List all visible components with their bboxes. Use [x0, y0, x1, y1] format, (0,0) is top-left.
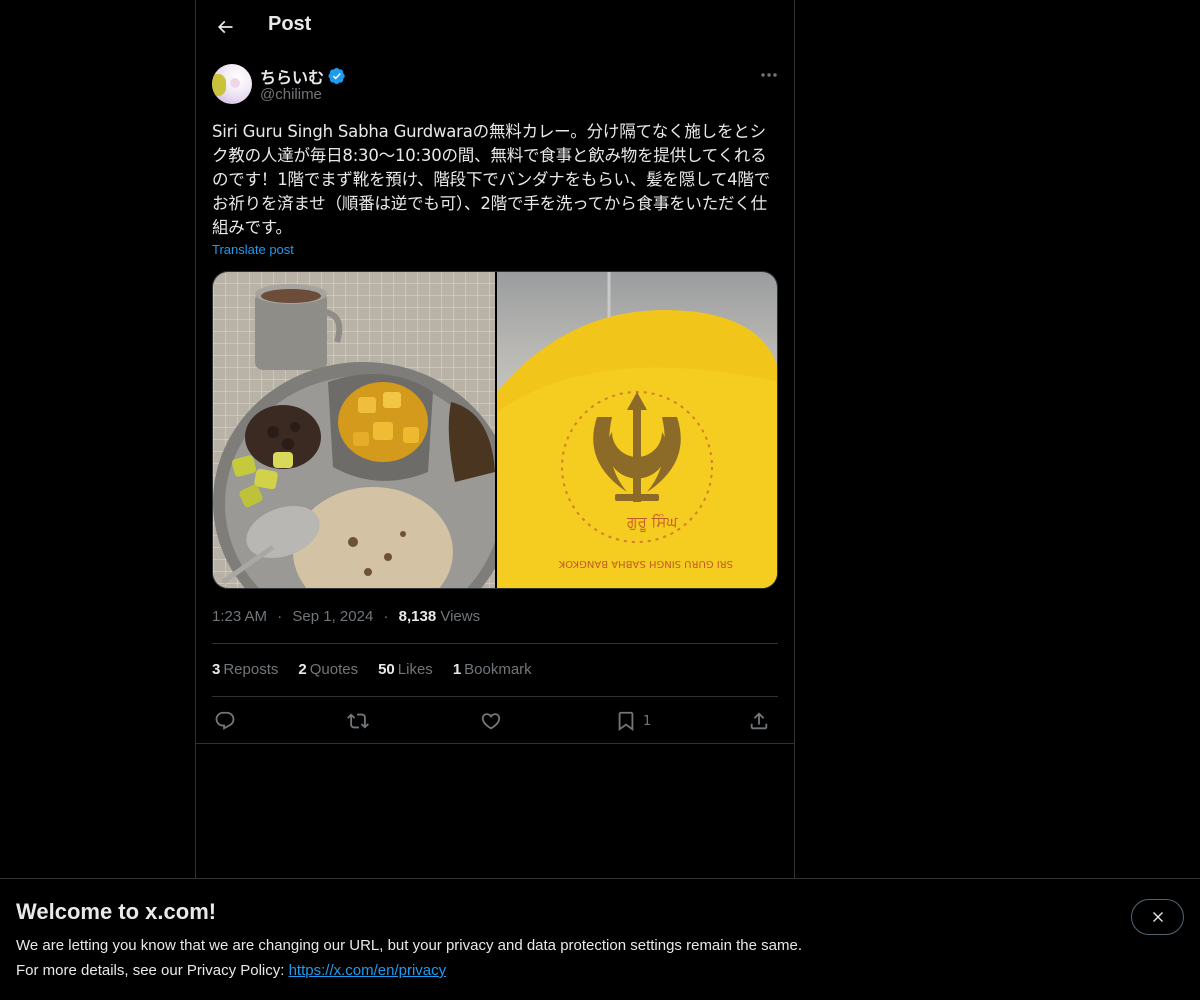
- reply-button[interactable]: [214, 707, 236, 735]
- likes-stat[interactable]: 50 Likes: [378, 661, 433, 678]
- reply-icon: [215, 711, 235, 730]
- khanda-bandana-illustration: ਗੁਰੂ ਸਿੰਘ SRI GURU SINGH SABHA BANGKOK: [497, 272, 777, 588]
- banner-privacy-line: For more details, see our Privacy Policy…: [16, 962, 446, 979]
- back-button[interactable]: [208, 10, 242, 44]
- more-icon: [761, 73, 777, 77]
- meta-separator: ·: [383, 608, 389, 625]
- likes-label: Likes: [397, 661, 433, 678]
- display-name[interactable]: ちらいむ: [260, 64, 324, 88]
- food-plate-image[interactable]: [213, 272, 495, 588]
- quotes-stat[interactable]: 2 Quotes: [298, 661, 358, 678]
- share-button[interactable]: [748, 707, 770, 735]
- banner-close-button[interactable]: [1131, 899, 1184, 935]
- engagement-stats: 3 Reposts 2 Quotes 50 Likes 1 Bookmark: [212, 661, 532, 678]
- bookmarks-stat[interactable]: 1 Bookmark: [453, 661, 532, 678]
- privacy-policy-link[interactable]: https://x.com/en/privacy: [289, 962, 447, 979]
- banner-privacy-prefix: For more details, see our Privacy Policy…: [16, 962, 289, 979]
- like-button[interactable]: [480, 707, 502, 735]
- bookmarks-count: 1: [452, 661, 462, 678]
- like-icon: [481, 713, 501, 730]
- post-date[interactable]: Sep 1, 2024: [292, 608, 373, 625]
- likes-count: 50: [378, 661, 395, 678]
- welcome-banner: Welcome to x.com! We are letting you kno…: [0, 878, 1200, 1000]
- views-label: Views: [440, 608, 481, 625]
- bookmark-button[interactable]: 1: [615, 707, 651, 735]
- bandana-gurmukhi-text: ਗੁਰੂ ਸਿੰਘ: [626, 513, 678, 531]
- post-text: Siri Guru Singh Sabha Gurdwaraの無料カレー。分け隔…: [212, 122, 771, 237]
- divider: [212, 696, 778, 697]
- share-icon: [750, 712, 768, 730]
- quotes-count: 2: [298, 661, 307, 678]
- reposts-count: 3: [212, 661, 221, 678]
- banner-message: We are letting you know that we are chan…: [16, 937, 802, 954]
- author-name-row[interactable]: ちらいむ: [260, 64, 346, 88]
- verified-badge-icon: [328, 67, 345, 85]
- meta-separator: ·: [277, 608, 283, 625]
- repost-button[interactable]: [347, 707, 369, 735]
- page-title: Post: [268, 13, 312, 35]
- bookmark-count: 1: [643, 713, 652, 729]
- divider: [196, 743, 794, 744]
- post-time[interactable]: 1:23 AM: [212, 608, 267, 625]
- banner-title: Welcome to x.com!: [16, 899, 217, 924]
- translate-post-link[interactable]: Translate post: [212, 242, 294, 257]
- close-icon: [1152, 912, 1163, 922]
- divider: [212, 643, 778, 644]
- avatar[interactable]: [212, 64, 252, 104]
- repost-icon: [347, 713, 369, 729]
- post-header: Post: [196, 0, 794, 53]
- more-button[interactable]: [754, 64, 784, 86]
- bookmark-icon: [618, 711, 634, 732]
- reposts-label: Reposts: [223, 661, 279, 678]
- views-count: 8,138: [398, 608, 437, 625]
- post-column: Post ちらいむ @chilime Siri Guru Singh Sabha…: [195, 0, 795, 1000]
- food-plate-illustration: [213, 284, 495, 588]
- media-grid: ਗੁਰੂ ਸਿੰਘ SRI GURU SINGH SABHA BANGKOK: [212, 271, 778, 589]
- bookmarks-label: Bookmark: [464, 661, 532, 678]
- author-handle[interactable]: @chilime: [260, 86, 322, 103]
- reposts-stat[interactable]: 3 Reposts: [212, 661, 278, 678]
- bandana-image[interactable]: ਗੁਰੂ ਸਿੰਘ SRI GURU SINGH SABHA BANGKOK: [497, 272, 777, 588]
- back-arrow-icon: [217, 20, 233, 34]
- action-bar: 1: [212, 707, 778, 735]
- bandana-caption-text: SRI GURU SINGH SABHA BANGKOK: [558, 558, 733, 569]
- quotes-label: Quotes: [309, 661, 359, 678]
- post-meta: 1:23 AM · Sep 1, 2024 · 8,138 Views: [212, 608, 480, 625]
